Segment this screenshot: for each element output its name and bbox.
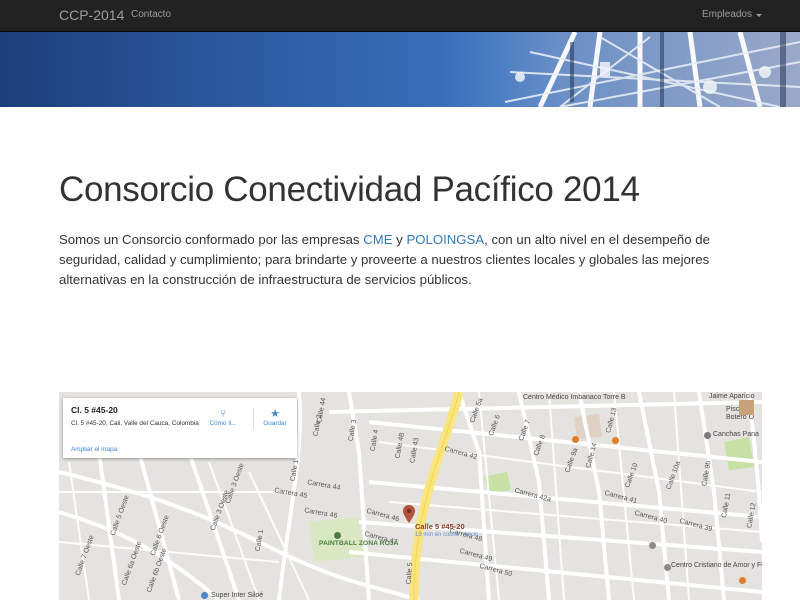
canchas-label[interactable]: Canchas Pana (713, 431, 759, 438)
restaurant-poi-icon[interactable] (612, 437, 619, 444)
enlarge-map-link[interactable]: Ampliar el mapa (71, 446, 117, 453)
paintball-label[interactable]: PAINTBALL ZONA ROJA (319, 540, 399, 548)
map-info-card: Cl. 5 #45-20 Cl. 5 #45-20, Cali, Valle d… (63, 398, 297, 458)
page-title: Consorcio Conectividad Pacífico 2014 (59, 170, 640, 209)
directions-icon: ⑂ (219, 408, 227, 420)
centro-medico-label[interactable]: Centro Médico Imbanaco Torre B (523, 394, 626, 402)
header-banner (0, 32, 800, 107)
jaime-label[interactable]: Jaime Aparicio (709, 393, 755, 400)
shopping-poi-icon[interactable] (201, 592, 208, 599)
empleados-dropdown[interactable]: Empleados (702, 9, 762, 20)
hospital-poi-icon[interactable] (572, 436, 579, 443)
map-pin-icon[interactable] (403, 505, 415, 523)
intro-paragraph: Somos un Consorcio conformado por las em… (59, 230, 749, 290)
church-poi-icon[interactable] (664, 564, 671, 571)
avatar[interactable] (739, 400, 754, 415)
save-button[interactable]: ★ Guardar (255, 408, 295, 427)
centro-cristiano-label[interactable]: Centro Cristiano de Amor y Fe (671, 562, 762, 570)
marker-title[interactable]: Calle 5 #45-20 (415, 522, 465, 531)
empleados-dropdown-label: Empleados (701, 9, 752, 20)
save-label: Guardar (263, 420, 287, 427)
restaurant-poi-icon[interactable] (739, 577, 746, 584)
poloingsa-link[interactable]: POLOINGSA (406, 232, 484, 247)
sports-poi-icon[interactable] (704, 432, 711, 439)
embedded-map[interactable]: Calle 3 Oeste Calle 3 Oeste Calle 5 Oest… (59, 392, 762, 600)
church-poi-icon[interactable] (649, 542, 656, 549)
cme-link[interactable]: CME (363, 232, 392, 247)
nav-link-contacto[interactable]: Contacto (131, 9, 171, 20)
star-icon: ★ (270, 408, 280, 420)
super-inter-label[interactable]: Super Inter Siloé (211, 592, 263, 599)
top-navbar: CCP-2014 Contacto Empleados (0, 0, 800, 32)
marker-subtitle[interactable]: 13 min en coche · Inicio (415, 532, 478, 538)
card-divider (253, 408, 254, 430)
intro-text-1: Somos un Consorcio conformado por las em… (59, 232, 364, 247)
directions-label: Cómo ll... (209, 420, 237, 427)
park-poi-icon[interactable] (334, 532, 341, 539)
info-card-title: Cl. 5 #45-20 (71, 405, 118, 415)
brand-link[interactable]: CCP-2014 (59, 7, 124, 23)
caret-down-icon (756, 13, 762, 17)
directions-button[interactable]: ⑂ Cómo ll... (203, 408, 243, 427)
botero-label[interactable]: Botero O (726, 414, 754, 421)
telecom-tower-illustration (504, 32, 800, 107)
intro-text-2: y (392, 232, 407, 247)
info-card-address: Cl. 5 #45-20, Cali, Valle del Cauca, Col… (71, 420, 199, 427)
